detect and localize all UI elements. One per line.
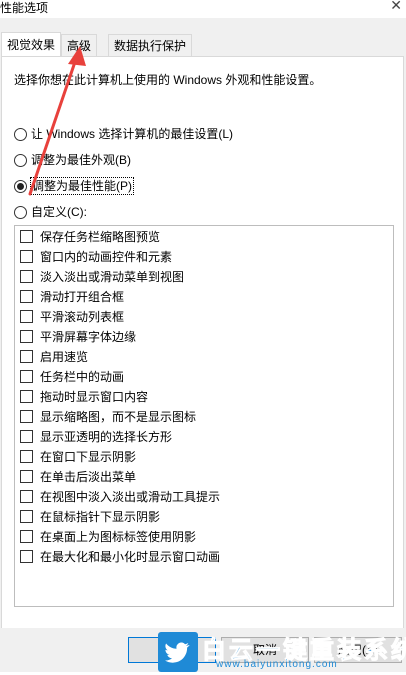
- checklist-label: 显示亚透明的选择长方形: [40, 429, 173, 444]
- checklist-item[interactable]: 在窗口下显示阴影: [20, 447, 136, 465]
- checklist-item[interactable]: 显示亚透明的选择长方形: [20, 427, 172, 445]
- checklist-label: 平滑滚动列表框: [40, 309, 125, 324]
- ok-button[interactable]: [128, 637, 216, 663]
- checkbox[interactable]: [20, 469, 33, 483]
- performance-options-window: 性能选项 ✕ 视觉效果 高级 数据执行保护 选择你想在此计算机上使用的 Wind…: [0, 0, 406, 672]
- tab-advanced[interactable]: 高级: [61, 34, 98, 57]
- radio-button-selected[interactable]: [14, 179, 27, 193]
- checklist-label: 拖动时显示窗口内容: [40, 389, 149, 404]
- checklist-label: 在单击后淡出菜单: [40, 469, 137, 484]
- checklist-item[interactable]: 在视图中淡入淡出或滑动工具提示: [20, 487, 220, 505]
- radio-custom[interactable]: 自定义(C):: [14, 204, 87, 220]
- checkbox[interactable]: [20, 369, 33, 383]
- tab-data-execution-prevention[interactable]: 数据执行保护: [108, 34, 193, 57]
- checklist-label: 淡入淡出或滑动菜单到视图: [40, 269, 185, 284]
- checklist-item[interactable]: 平滑滚动列表框: [20, 307, 124, 325]
- checklist-item[interactable]: 保存任务栏缩略图预览: [20, 227, 160, 245]
- tab-visual-effects[interactable]: 视觉效果: [1, 32, 62, 57]
- checklist-label: 滑动打开组合框: [40, 289, 125, 304]
- checklist-item[interactable]: 窗口内的动画控件和元素: [20, 247, 172, 265]
- checkbox[interactable]: [20, 329, 33, 343]
- radio-label: 调整为最佳外观(B): [31, 153, 131, 167]
- checkbox[interactable]: [20, 269, 33, 283]
- radio-let-windows-choose[interactable]: 让 Windows 选择计算机的最佳设置(L): [14, 126, 233, 142]
- checkbox[interactable]: [20, 429, 33, 443]
- checkbox[interactable]: [20, 509, 33, 523]
- tab-label: 高级: [67, 39, 92, 53]
- checklist-item[interactable]: 拖动时显示窗口内容: [20, 387, 148, 405]
- checkbox[interactable]: [20, 549, 33, 563]
- title-bar: 性能选项 ✕: [0, 0, 406, 18]
- checklist-label: 平滑屏幕字体边缘: [40, 329, 137, 344]
- checkbox[interactable]: [20, 349, 33, 363]
- checklist-label: 在窗口下显示阴影: [40, 449, 137, 464]
- checkbox[interactable]: [20, 389, 33, 403]
- checklist-label: 任务栏中的动画: [40, 369, 125, 384]
- checklist-label: 保存任务栏缩略图预览: [40, 229, 161, 244]
- radio-button[interactable]: [14, 127, 27, 141]
- visual-effects-panel: 选择你想在此计算机上使用的 Windows 外观和性能设置。 让 Windows…: [1, 56, 404, 630]
- checklist-label: 在视图中淡入淡出或滑动工具提示: [40, 489, 221, 504]
- effects-checklist[interactable]: 保存任务栏缩略图预览 窗口内的动画控件和元素 淡入淡出或滑动菜单到视图 滑动打开…: [14, 225, 394, 607]
- checklist-label: 启用速览: [40, 349, 89, 364]
- checkbox[interactable]: [20, 309, 33, 323]
- radio-best-appearance[interactable]: 调整为最佳外观(B): [14, 152, 131, 168]
- checkbox[interactable]: [20, 529, 33, 543]
- checklist-item[interactable]: 显示缩略图，而不是显示图标: [20, 407, 196, 425]
- radio-label: 让 Windows 选择计算机的最佳设置(L): [31, 127, 234, 141]
- checklist-label: 显示缩略图，而不是显示图标: [40, 409, 197, 424]
- apply-button[interactable]: 应用(A): [314, 637, 402, 663]
- checklist-item[interactable]: 在单击后淡出菜单: [20, 467, 136, 485]
- checkbox[interactable]: [20, 409, 33, 423]
- checkbox[interactable]: [20, 289, 33, 303]
- checklist-label: 在鼠标指针下显示阴影: [40, 509, 161, 524]
- checkbox[interactable]: [20, 489, 33, 503]
- close-icon[interactable]: ✕: [390, 0, 402, 14]
- checklist-item[interactable]: 任务栏中的动画: [20, 367, 124, 385]
- panel-description: 选择你想在此计算机上使用的 Windows 外观和性能设置。: [14, 73, 322, 87]
- checklist-item[interactable]: 在最大化和最小化时显示窗口动画: [20, 547, 220, 565]
- radio-button[interactable]: [14, 205, 27, 219]
- checklist-label: 在桌面上为图标标签使用阴影: [40, 529, 197, 544]
- radio-label: 调整为最佳性能(P): [30, 177, 134, 195]
- checklist-item[interactable]: 淡入淡出或滑动菜单到视图: [20, 267, 184, 285]
- checklist-item[interactable]: 在桌面上为图标标签使用阴影: [20, 527, 196, 545]
- window-title: 性能选项: [0, 1, 49, 15]
- tab-label: 视觉效果: [7, 38, 56, 52]
- radio-best-performance[interactable]: 调整为最佳性能(P): [14, 177, 134, 195]
- checklist-item[interactable]: 启用速览: [20, 347, 88, 365]
- checkbox[interactable]: [20, 229, 33, 243]
- cancel-button[interactable]: 取消: [221, 637, 309, 663]
- tab-strip: 视觉效果 高级 数据执行保护: [0, 32, 406, 57]
- tab-label: 数据执行保护: [114, 39, 187, 53]
- checklist-label: 在最大化和最小化时显示窗口动画: [40, 549, 221, 564]
- checkbox[interactable]: [20, 249, 33, 263]
- checkbox[interactable]: [20, 449, 33, 463]
- radio-button[interactable]: [14, 153, 27, 167]
- checklist-item[interactable]: 在鼠标指针下显示阴影: [20, 507, 160, 525]
- dialog-button-bar: 取消 应用(A): [0, 628, 406, 672]
- radio-label: 自定义(C):: [31, 205, 87, 219]
- checklist-item[interactable]: 滑动打开组合框: [20, 287, 124, 305]
- checklist-label: 窗口内的动画控件和元素: [40, 249, 173, 264]
- checklist-item[interactable]: 平滑屏幕字体边缘: [20, 327, 136, 345]
